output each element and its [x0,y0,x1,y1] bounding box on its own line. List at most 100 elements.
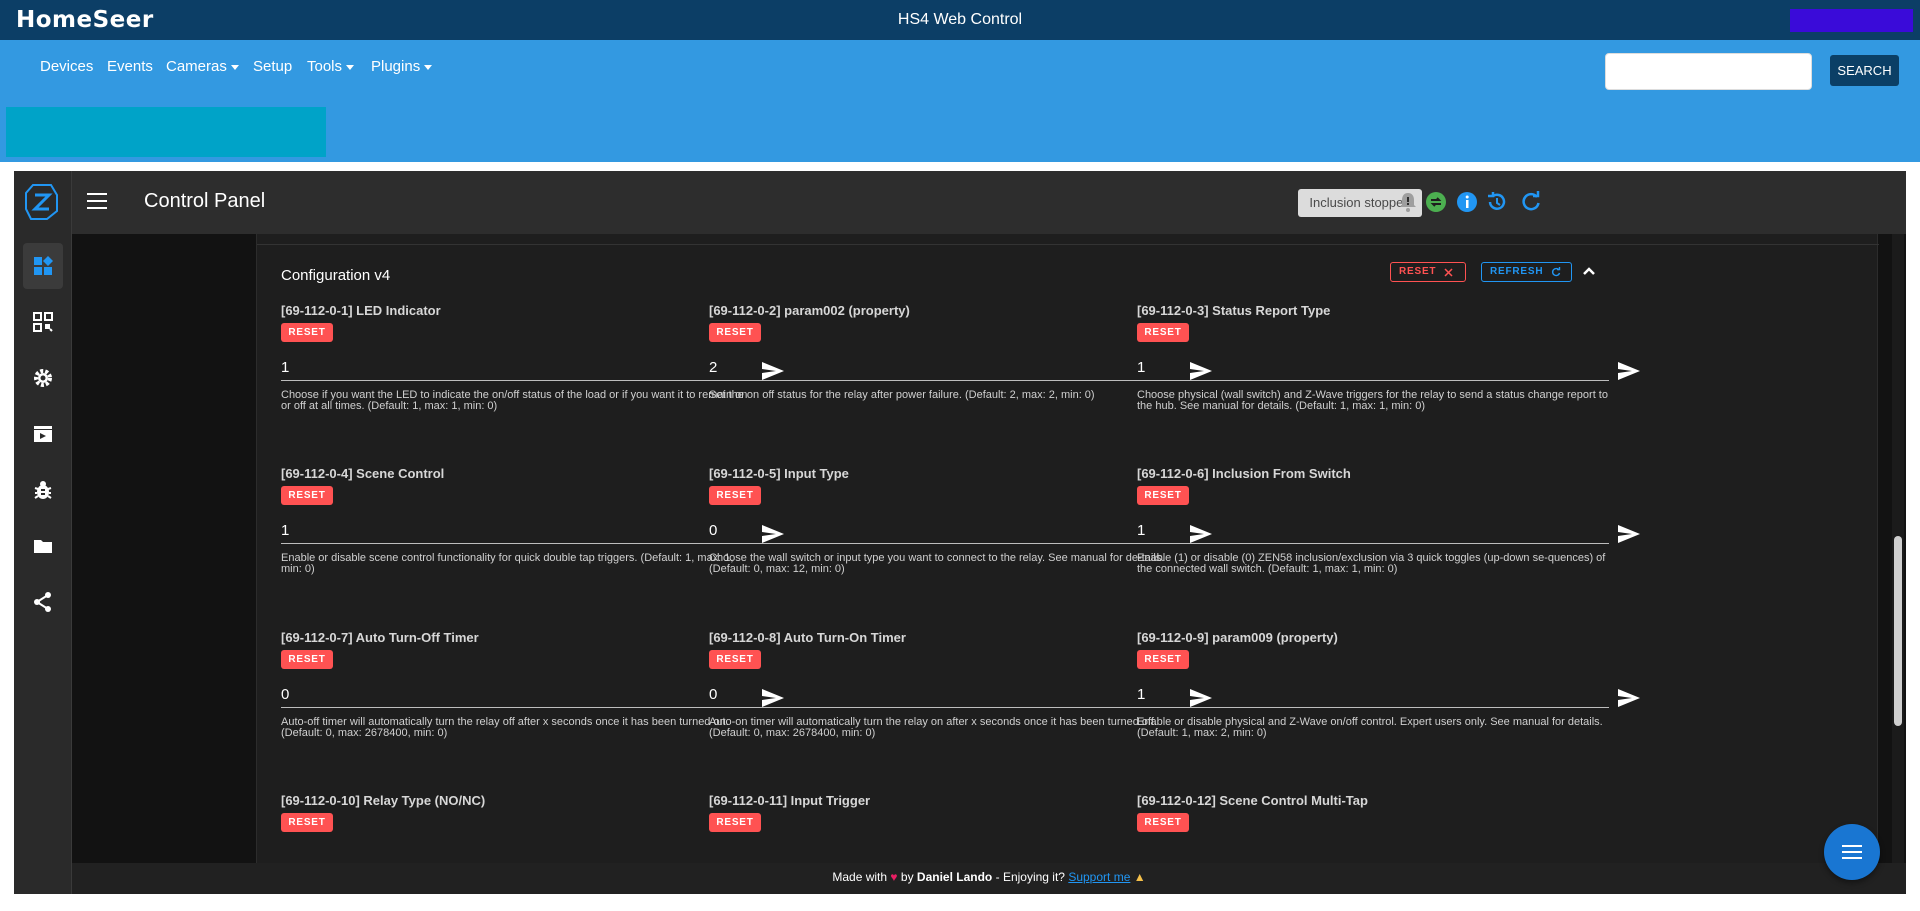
footer-author: Daniel Lando [916,870,993,884]
refresh-icon[interactable] [1520,191,1542,213]
param-value-input[interactable]: 1 [1137,357,1609,381]
praying-hands-icon: ▲ [1133,870,1146,884]
refresh-icon [1552,267,1561,277]
debug-icon[interactable] [23,467,63,513]
footer-by: by [900,870,914,884]
smart-start-icon[interactable] [23,299,63,345]
param-reset-button[interactable]: RESET [1137,813,1189,832]
param-help: Choose physical (wall switch) and Z-Wave… [1137,389,1608,412]
param-title: [69-112-0-9] param009 (property) [1137,630,1338,645]
caret-down-icon [424,64,433,70]
param-title: [69-112-0-6] Inclusion From Switch [1137,466,1351,481]
share-icon[interactable] [23,579,63,625]
chevron-up-icon[interactable] [1580,262,1598,280]
control-panel-title: Control Panel [144,190,266,212]
reset-label: RESET [1399,266,1437,277]
param-help: Auto-on timer will automatically turn th… [709,716,1157,739]
param-value-input[interactable]: 0 [281,684,753,708]
param-reset-button[interactable]: RESET [281,813,333,832]
nav-label: Plugins [371,58,421,75]
param-value-input[interactable]: 2 [709,357,1181,381]
menu-icon [1842,845,1862,859]
scenes-icon[interactable] [23,411,63,457]
param-help: Choose if you want the LED to indicate t… [281,389,748,412]
param-reset-button[interactable]: RESET [709,650,761,669]
nav-cameras[interactable]: Cameras [166,58,239,75]
heart-icon: ♥ [890,870,898,884]
info-icon[interactable] [1456,191,1478,213]
refresh-label: REFRESH [1490,266,1544,277]
settings-icon[interactable] [23,355,63,401]
search-input[interactable] [1605,53,1812,90]
nav-setup[interactable]: Setup [253,58,292,75]
param-title: [69-112-0-8] Auto Turn-On Timer [709,630,906,645]
param-value-input[interactable]: 1 [1137,684,1609,708]
store-folder-icon[interactable] [23,523,63,569]
param-value-input[interactable]: 0 [709,520,1181,544]
nav-label: Tools [307,58,343,75]
zwave-frame: Control Panel Inclusion stopped Configur… [14,171,1906,894]
section-title: Configuration v4 [281,267,391,284]
param-help: Enable (1) or disable (0) ZEN58 inclusio… [1137,552,1606,575]
homeseer-titlebar: HomeSeer HS4 Web Control [0,0,1920,40]
param-title: [69-112-0-2] param002 (property) [709,303,910,318]
zwave-content: Configuration v4 RESET REFRESH [69-112-0… [72,234,1906,863]
param-title: [69-112-0-12] Scene Control Multi-Tap [1137,793,1368,808]
nav-events[interactable]: Events [107,58,153,75]
scrollbar-thumb[interactable] [1894,536,1902,726]
param-title: [69-112-0-11] Input Trigger [709,793,871,808]
param-help: Choose the wall switch or input type you… [709,552,1165,575]
param-value-input[interactable]: 1 [281,357,753,381]
param-title: [69-112-0-3] Status Report Type [1137,303,1331,318]
param-reset-button[interactable]: RESET [709,323,761,342]
support-link[interactable]: Support me [1068,870,1130,884]
zwave-logo-icon[interactable] [23,181,61,221]
nav-label: Devices [40,58,94,75]
nav-plugins[interactable]: Plugins [371,58,433,75]
send-icon[interactable] [1617,688,1641,708]
footer-made-with: Made with [832,870,888,884]
send-icon[interactable] [1617,524,1641,544]
param-reset-button[interactable]: RESET [281,650,333,669]
nav-label: Cameras [166,58,227,75]
param-title: [69-112-0-7] Auto Turn-Off Timer [281,630,479,645]
nav-devices[interactable]: Devices [40,58,93,75]
param-help: Enable or disable scene control function… [281,552,734,575]
param-reset-button[interactable]: RESET [1137,323,1189,342]
nav-label: Setup [253,58,293,75]
configuration-card: Configuration v4 RESET REFRESH [69-112-0… [256,234,1879,863]
footer: Made with ♥ by Daniel Lando - Enjoying i… [72,863,1906,894]
param-value-input[interactable]: 0 [709,684,1181,708]
param-reset-button[interactable]: RESET [1137,486,1189,505]
param-reset-button[interactable]: RESET [709,813,761,832]
network-status-icon[interactable] [1425,191,1447,213]
user-badge[interactable] [1790,9,1913,32]
search-button[interactable]: SEARCH [1830,55,1899,86]
page-title: HS4 Web Control [897,11,1023,28]
zwave-sidebar [14,171,72,894]
plugin-banner [0,102,1920,162]
refresh-button[interactable]: REFRESH [1481,262,1572,282]
notifications-icon[interactable] [1397,191,1419,213]
param-reset-button[interactable]: RESET [281,486,333,505]
close-icon [1444,267,1453,277]
fab-menu-button[interactable] [1824,824,1880,880]
history-icon[interactable] [1486,191,1508,213]
send-icon[interactable] [1617,361,1641,381]
reset-all-button[interactable]: RESET [1390,262,1466,282]
param-value-input[interactable]: 1 [281,520,753,544]
param-title: [69-112-0-1] LED Indicator [281,303,441,318]
param-help: Enable or disable physical and Z-Wave on… [1137,716,1603,739]
param-title: [69-112-0-4] Scene Control [281,466,445,481]
zwave-appbar: Control Panel Inclusion stopped [72,171,1906,234]
param-value-input[interactable]: 1 [1137,520,1609,544]
nav-tools[interactable]: Tools [307,58,355,75]
param-reset-button[interactable]: RESET [1137,650,1189,669]
menu-icon[interactable] [87,193,107,209]
param-help: Set the on off status for the relay afte… [709,389,1095,401]
param-title: [69-112-0-10] Relay Type (NO/NC) [281,793,486,808]
footer-enjoying: - Enjoying it? [995,870,1065,884]
control-panel-icon[interactable] [23,243,63,289]
param-reset-button[interactable]: RESET [281,323,333,342]
param-reset-button[interactable]: RESET [709,486,761,505]
